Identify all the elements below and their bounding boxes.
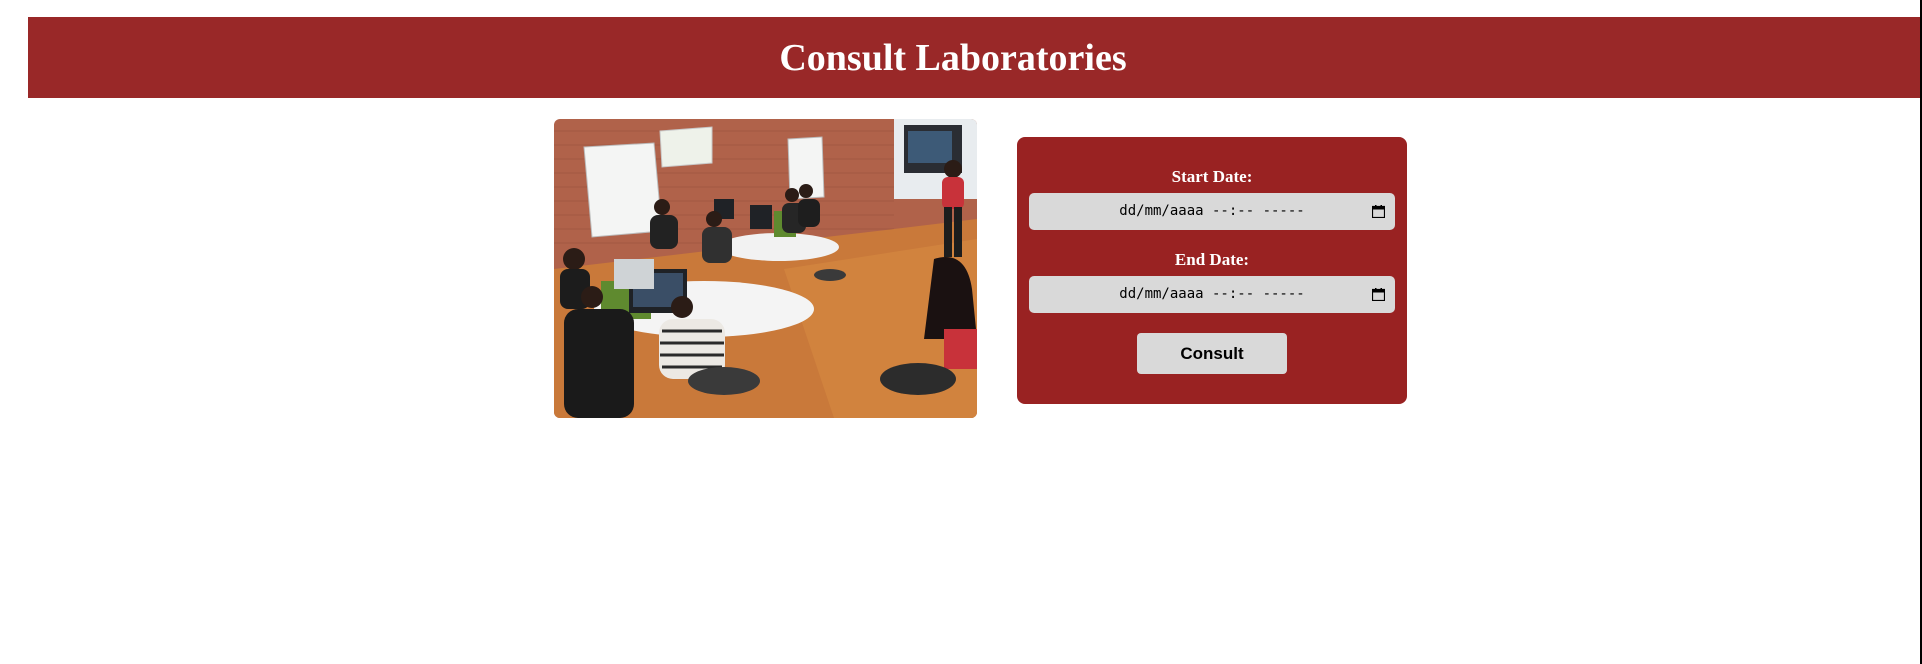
end-date-label: End Date: xyxy=(1174,250,1250,269)
end-date-value: dd/mm/aaaa --:-- ----- xyxy=(1119,286,1305,302)
consult-form: Start Date: dd/mm/aaaa --:-- ----- End D… xyxy=(1017,137,1407,404)
page: Consult Laboratories Start Date: dd/mm/a… xyxy=(0,0,1922,664)
laboratory-photo xyxy=(554,119,977,418)
start-date-input[interactable]: dd/mm/aaaa --:-- ----- xyxy=(1029,193,1395,230)
header-bar: Consult Laboratories xyxy=(28,17,1920,98)
consult-button[interactable]: Consult xyxy=(1137,333,1287,374)
end-date-input[interactable]: dd/mm/aaaa --:-- ----- xyxy=(1029,276,1395,313)
page-title: Consult Laboratories xyxy=(779,36,1127,79)
calendar-icon[interactable] xyxy=(1372,288,1385,301)
calendar-icon[interactable] xyxy=(1372,205,1385,218)
start-date-value: dd/mm/aaaa --:-- ----- xyxy=(1119,203,1305,219)
start-date-label: Start Date: xyxy=(1171,167,1253,186)
